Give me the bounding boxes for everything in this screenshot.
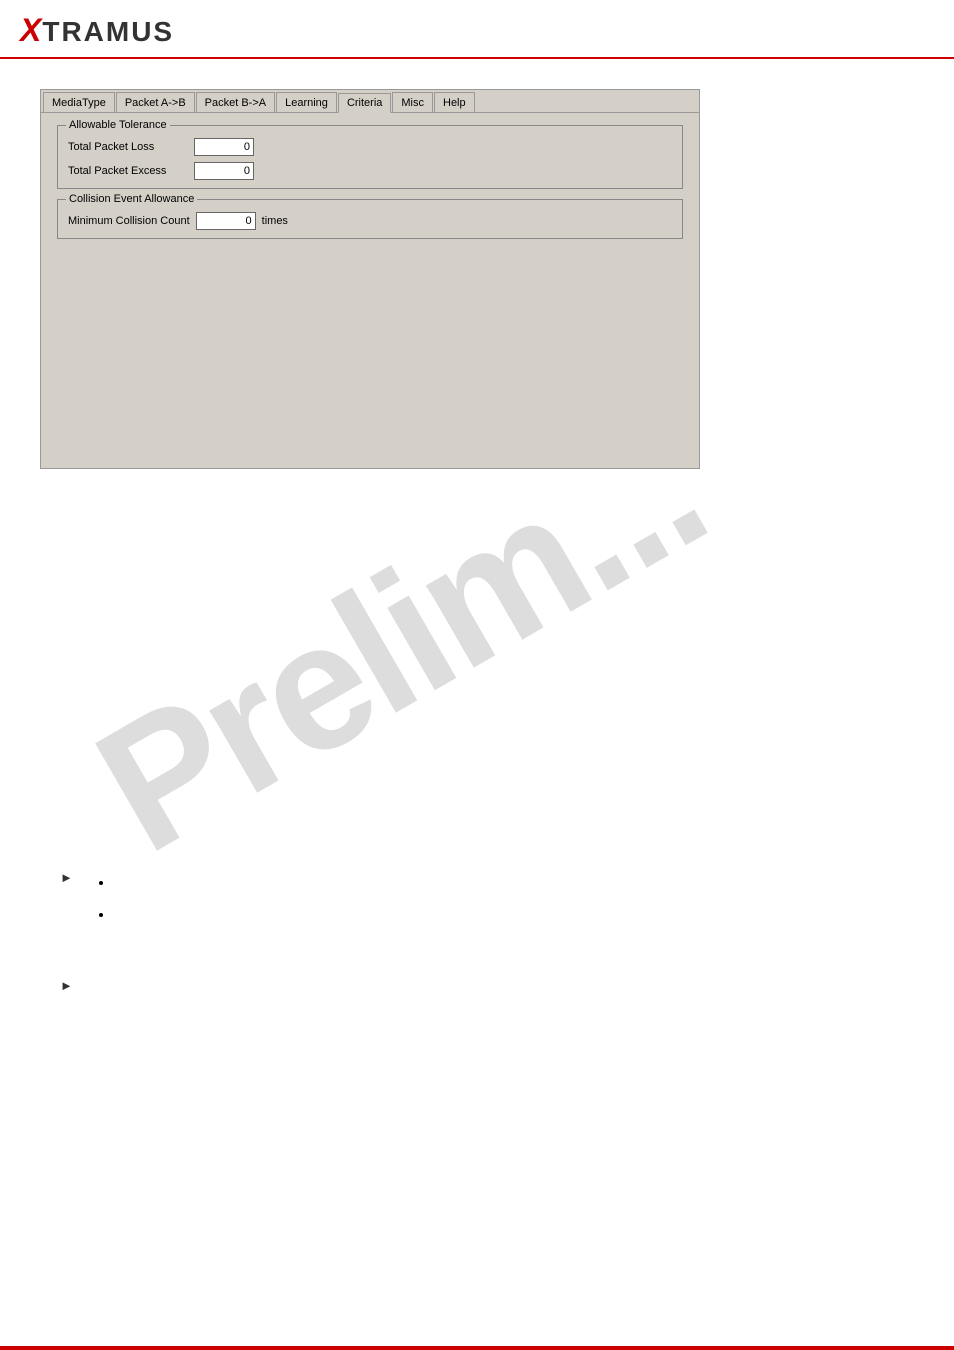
arrow-icon-2: ►	[60, 978, 73, 993]
total-packet-excess-input[interactable]	[194, 162, 254, 180]
bullet-arrow-1: ►	[60, 869, 894, 937]
collision-event-group: Collision Event Allowance Minimum Collis…	[57, 199, 683, 239]
total-packet-excess-row: Total Packet Excess	[68, 162, 672, 180]
logo: XTRAMUS	[20, 12, 174, 49]
minimum-collision-row: Minimum Collision Count times	[68, 212, 672, 230]
tab-criteria[interactable]: Criteria	[338, 93, 391, 113]
tab-packet-ab[interactable]: Packet A->B	[116, 92, 195, 112]
collision-unit: times	[262, 215, 288, 227]
total-packet-loss-label: Total Packet Loss	[68, 141, 188, 153]
tab-bar: MediaType Packet A->B Packet B->A Learni…	[41, 90, 699, 113]
tab-misc[interactable]: Misc	[392, 92, 433, 112]
tab-help[interactable]: Help	[434, 92, 475, 112]
bullet-item-1	[113, 873, 116, 891]
bullet-list-1	[83, 873, 116, 923]
bullet-paragraph	[83, 977, 86, 991]
total-packet-loss-input[interactable]	[194, 138, 254, 156]
collision-event-title: Collision Event Allowance	[66, 193, 197, 205]
main-content: MediaType Packet A->B Packet B->A Learni…	[0, 59, 954, 1021]
arrow-icon-1: ►	[60, 870, 73, 885]
total-packet-loss-row: Total Packet Loss	[68, 138, 672, 156]
allowable-tolerance-title: Allowable Tolerance	[66, 119, 170, 131]
allowable-tolerance-group: Allowable Tolerance Total Packet Loss To…	[57, 125, 683, 189]
bullet-section-1: ►	[40, 869, 914, 937]
bullet-arrow-2: ►	[60, 977, 894, 993]
tab-learning[interactable]: Learning	[276, 92, 337, 112]
footer-bar	[0, 1346, 954, 1350]
tab-packet-ba[interactable]: Packet B->A	[196, 92, 275, 112]
logo-x: X	[20, 12, 42, 48]
header: XTRAMUS	[0, 0, 954, 59]
bullet-section-2: ►	[40, 977, 914, 993]
minimum-collision-label: Minimum Collision Count	[68, 215, 190, 227]
tab-panel: MediaType Packet A->B Packet B->A Learni…	[40, 89, 700, 469]
total-packet-excess-label: Total Packet Excess	[68, 165, 188, 177]
tab-mediatype[interactable]: MediaType	[43, 92, 115, 112]
bullet-item-2	[113, 905, 116, 923]
minimum-collision-input[interactable]	[196, 212, 256, 230]
criteria-tab-content: Allowable Tolerance Total Packet Loss To…	[41, 113, 699, 261]
logo-rest: TRAMUS	[42, 16, 174, 47]
